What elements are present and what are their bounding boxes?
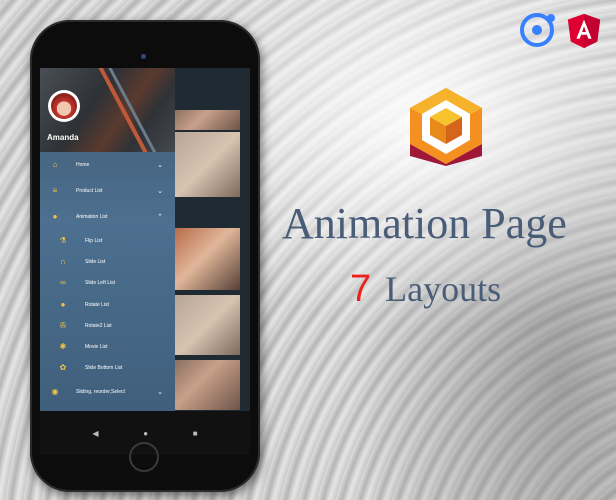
home-button[interactable]	[129, 442, 159, 472]
menu-item[interactable]: ∩ Slide List	[40, 251, 175, 272]
menu-item-label: Flip List	[85, 237, 103, 244]
menu-item-label: Rotate2 List	[85, 322, 112, 329]
menu-item[interactable]: ✇ Rotate2 List	[40, 315, 175, 336]
menu-item-label: Home	[76, 162, 90, 168]
egg-icon: ●	[60, 299, 66, 309]
menu-item[interactable]: ◉ Sliding, reorder,Select ⌄	[40, 379, 175, 405]
menu-item-label: Animation List	[76, 214, 108, 220]
menu-item[interactable]: ● Animation List ⌃	[40, 204, 175, 230]
infinity-icon: ∞	[60, 278, 66, 288]
drawer-header: Amanda	[40, 68, 175, 152]
menu-item-label: Movie List	[85, 344, 108, 351]
flower-icon: ✿	[59, 363, 67, 373]
list-thumbnail[interactable]	[175, 360, 240, 410]
layout-count: 7	[350, 268, 372, 310]
avatar[interactable]	[48, 90, 80, 122]
app-cube-logo-icon	[410, 88, 482, 166]
drop-icon: ●	[52, 212, 58, 221]
menu-item[interactable]: ✿ Slide Bottom List	[40, 358, 175, 379]
list-icon: ≡	[52, 186, 58, 195]
list-thumbnail[interactable]	[175, 110, 240, 130]
menu-item[interactable]: ● Rotate List	[40, 294, 175, 315]
recent-apps-icon[interactable]: ■	[193, 429, 198, 438]
menu-item-label: Product List	[76, 188, 103, 194]
menu-item-label: Slide List	[85, 258, 106, 265]
flask-icon: ⚗	[59, 235, 67, 245]
menu-item[interactable]: ✱ Movie List	[40, 336, 175, 357]
menu-item[interactable]: ⌂ Home ⌄	[40, 152, 175, 178]
animation-list-content	[175, 68, 250, 455]
back-icon[interactable]: ◀	[92, 429, 98, 438]
menu-item-label: Sliding, reorder,Select	[76, 389, 125, 396]
list-thumbnail[interactable]	[175, 132, 240, 197]
menu-item-label: Slide Bottom List	[85, 365, 123, 372]
chevron-icon[interactable]: ⌄	[157, 187, 163, 195]
phone-screen: Amanda ⌂ Home ⌄ ≡ Product List ⌄ ● Animation Li…	[40, 68, 250, 455]
ionic-logo-icon	[520, 13, 555, 47]
side-menu-drawer: Amanda ⌂ Home ⌄ ≡ Product List ⌄ ● Animation Li…	[40, 68, 175, 422]
front-camera	[141, 54, 146, 59]
menu-item[interactable]: ≡ Product List ⌄	[40, 178, 175, 204]
headphones-icon: ∩	[60, 256, 66, 266]
list-thumbnail[interactable]	[175, 228, 240, 290]
promo-title: Animation Page	[282, 199, 567, 248]
chevron-icon[interactable]: ⌄	[157, 161, 163, 169]
header-decoration	[92, 68, 152, 152]
chevron-icon[interactable]: ⌄	[157, 388, 163, 396]
menu-list: ⌂ Home ⌄ ≡ Product List ⌄ ● Animation List ⌃ ⚗ Fli…	[40, 152, 175, 431]
menu-item[interactable]: ⚗ Flip List	[40, 230, 175, 251]
menu-item[interactable]: ∞ Slide Left List	[40, 273, 175, 294]
menu-item-label: Rotate List	[85, 301, 109, 308]
angular-logo-icon	[567, 13, 601, 49]
avatar-photo	[51, 93, 77, 119]
user-name: Amanda	[47, 133, 79, 142]
layout-count-label: Layouts	[385, 269, 502, 309]
asterisk-icon: ✱	[59, 342, 67, 352]
menu-item-label: Slide Left List	[85, 280, 116, 287]
nuclear-icon: ✇	[59, 320, 67, 330]
promo-subtitle: 7 Layouts	[350, 268, 501, 311]
home-nav-icon[interactable]: ●	[143, 429, 148, 438]
phone-mockup: Amanda ⌂ Home ⌄ ≡ Product List ⌄ ● Animation Li…	[30, 20, 260, 492]
home-icon: ⌂	[52, 160, 58, 169]
list-thumbnail[interactable]	[175, 295, 240, 355]
chevron-icon[interactable]: ⌃	[157, 213, 163, 221]
radio-icon: ◉	[51, 387, 59, 397]
promo-banner: Amanda ⌂ Home ⌄ ≡ Product List ⌄ ● Animation Li…	[0, 0, 616, 500]
